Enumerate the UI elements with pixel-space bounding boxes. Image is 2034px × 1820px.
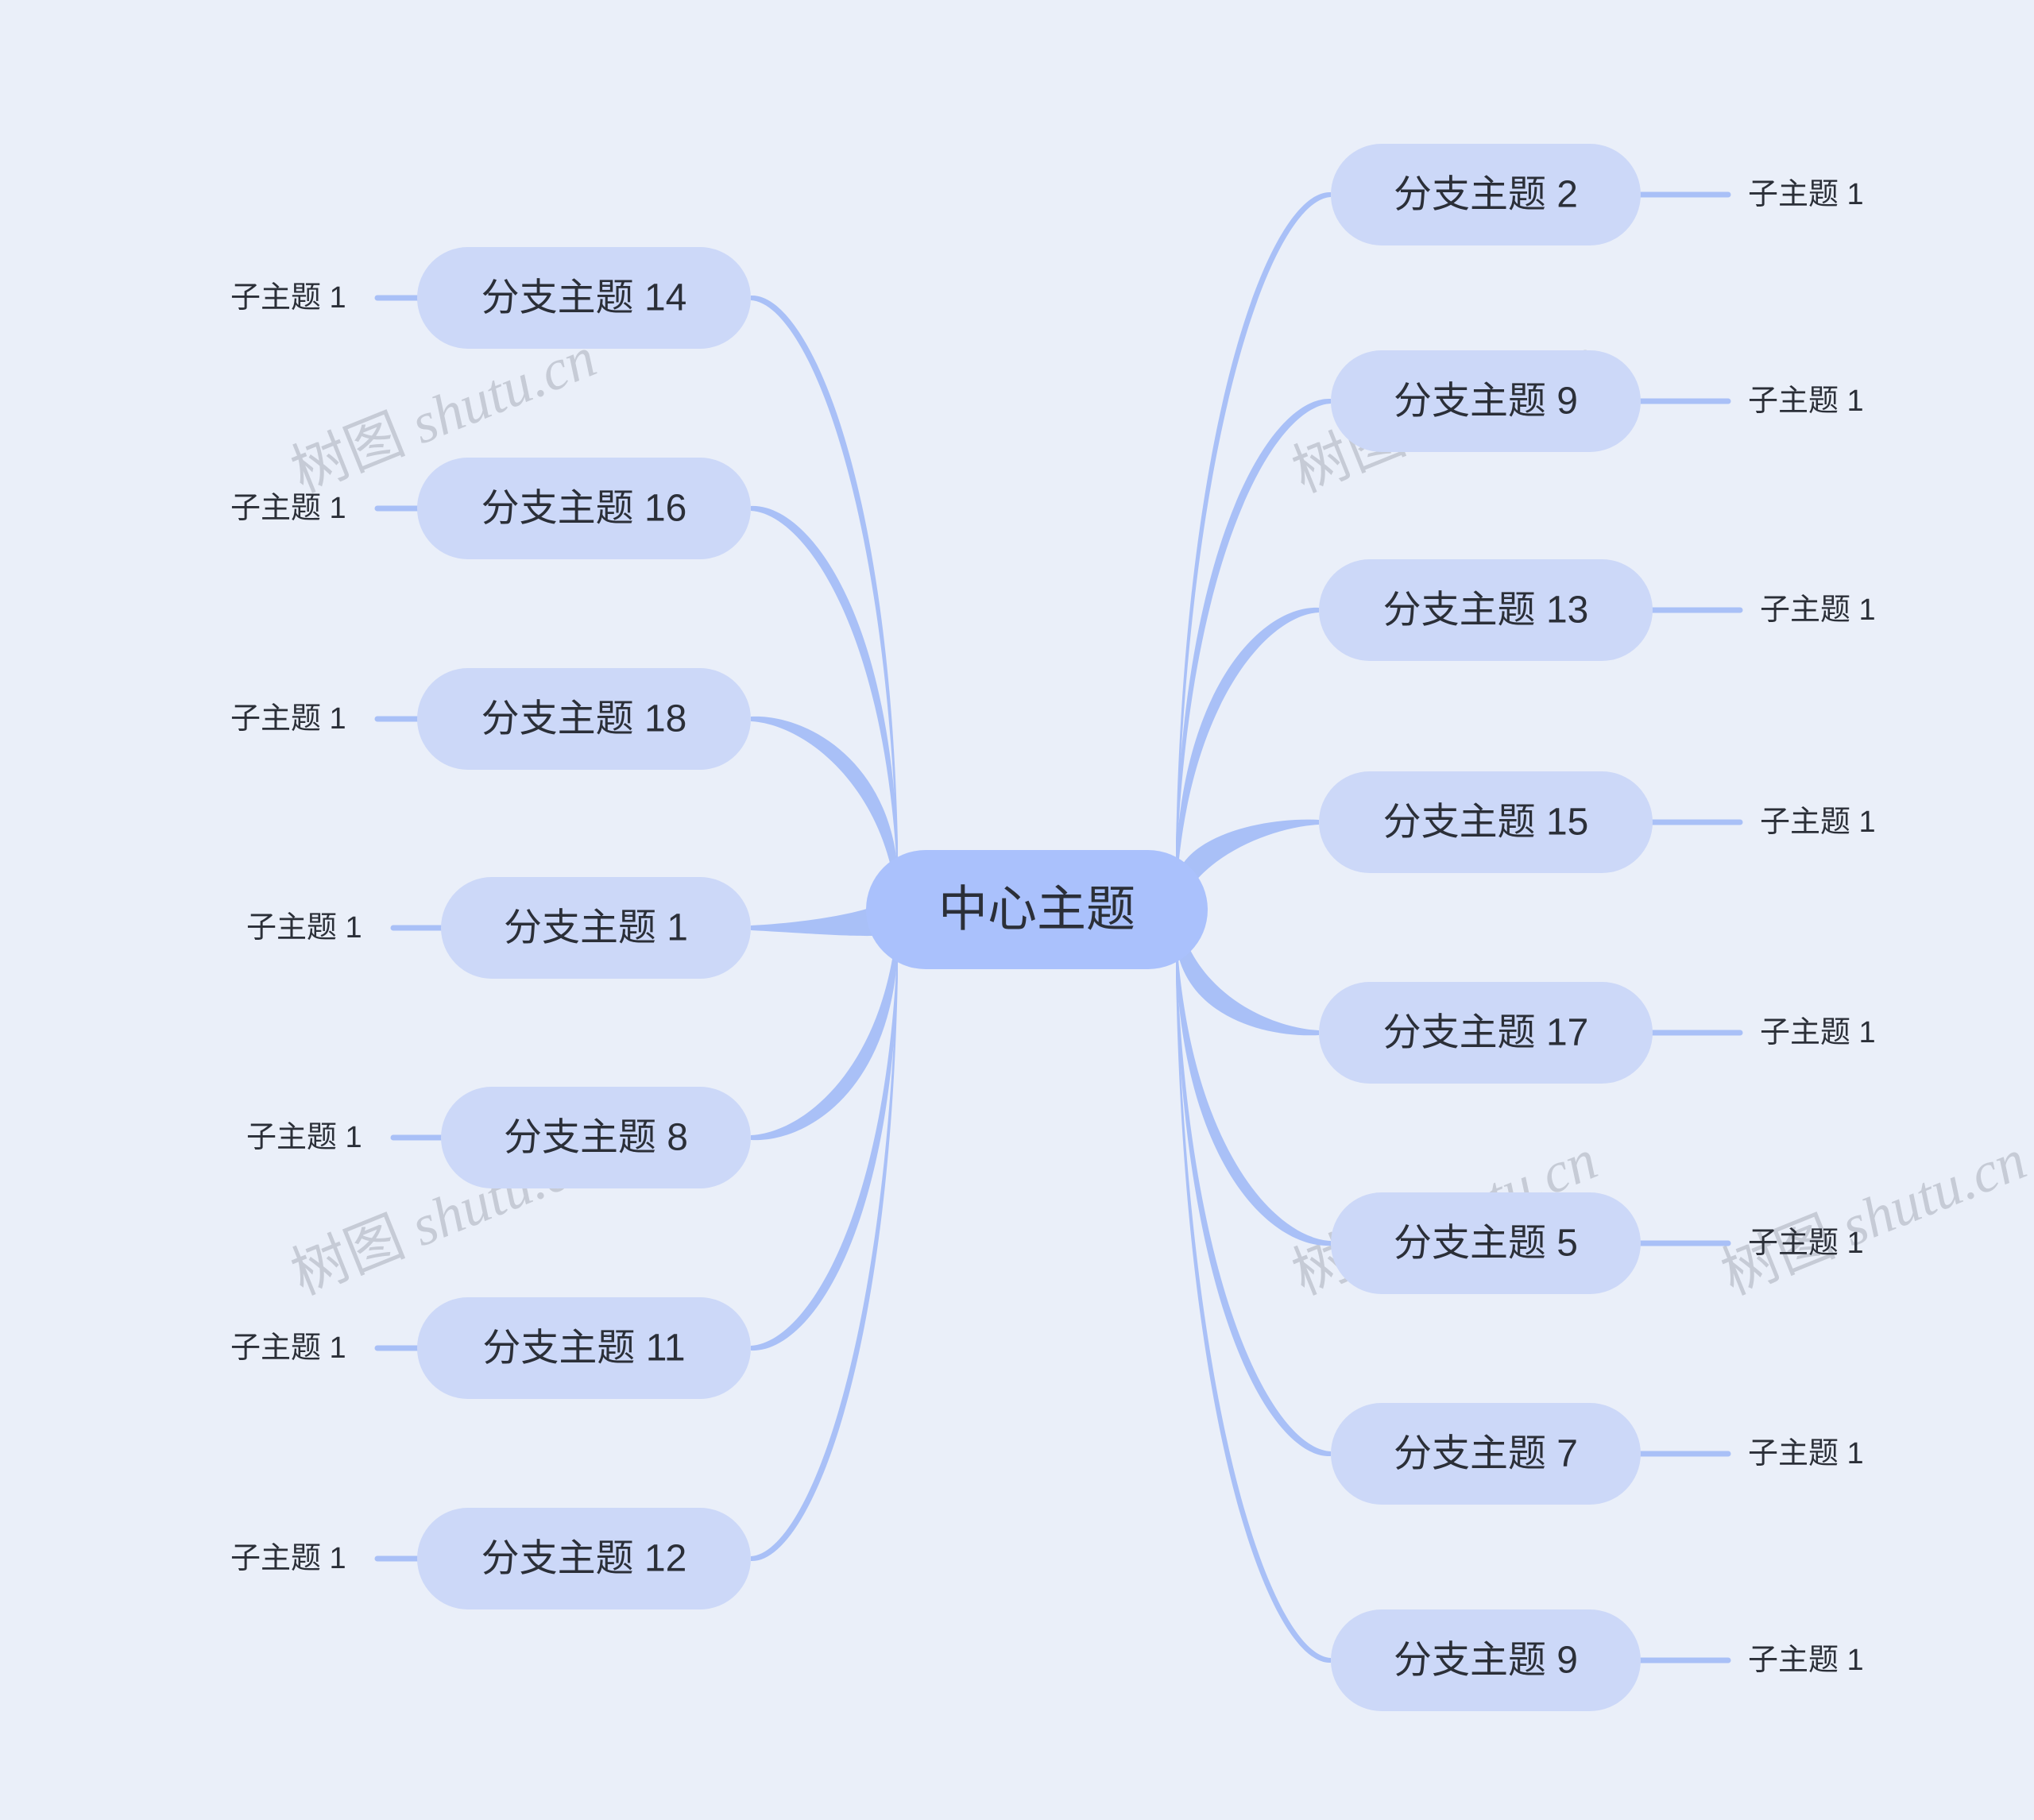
root-node[interactable]: 中心主题 (866, 850, 1208, 969)
branch-node[interactable]: 分支主题 11 (417, 1297, 751, 1399)
branch-node-label: 分支主题 9 (1394, 381, 1578, 423)
branch-node[interactable]: 分支主题 5 (1331, 1192, 1641, 1294)
branch-node-label: 分支主题 5 (1394, 1223, 1578, 1265)
branch-node[interactable]: 分支主题 2 (1331, 144, 1641, 245)
branch-node[interactable]: 分支主题 9 (1331, 350, 1641, 452)
branch-node[interactable]: 分支主题 7 (1331, 1403, 1641, 1505)
branch-node-label: 分支主题 16 (481, 488, 687, 530)
branch-node[interactable]: 分支主题 8 (441, 1087, 751, 1188)
leaf-node-label[interactable]: 子主题 1 (1748, 1644, 1864, 1677)
branch-node-label: 分支主题 18 (481, 698, 687, 740)
branch-node-label: 分支主题 8 (504, 1117, 688, 1159)
leaf-node-label[interactable]: 子主题 1 (1760, 806, 1876, 839)
leaf-node-label[interactable]: 子主题 1 (1760, 1016, 1876, 1049)
branch-node[interactable]: 分支主题 1 (441, 877, 751, 979)
leaf-node-label[interactable]: 子主题 1 (1748, 1437, 1864, 1470)
branch-node-label: 分支主题 9 (1394, 1640, 1578, 1682)
branch-node[interactable]: 分支主题 12 (417, 1508, 751, 1609)
mindmap-svg: 树图 shutu.cn树图 shutu.cn树图 shutu.cn树图 shut… (0, 0, 2034, 1820)
branch-node[interactable]: 分支主题 15 (1319, 771, 1653, 873)
mindmap-canvas: 树图 shutu.cn树图 shutu.cn树图 shutu.cn树图 shut… (0, 0, 2034, 1820)
leaf-node-label[interactable]: 子主题 1 (1748, 178, 1864, 211)
leaf-node-label[interactable]: 子主题 1 (230, 281, 346, 315)
branch-node-label: 分支主题 11 (482, 1327, 685, 1370)
leaf-node-label[interactable]: 子主题 1 (246, 911, 362, 945)
leaf-node-label[interactable]: 子主题 1 (1748, 384, 1864, 418)
branch-node[interactable]: 分支主题 14 (417, 247, 751, 349)
branch-node[interactable]: 分支主题 9 (1331, 1609, 1641, 1711)
leaf-node-label[interactable]: 子主题 1 (230, 1542, 346, 1575)
branch-node-label: 分支主题 1 (504, 907, 688, 949)
leaf-node-label[interactable]: 子主题 1 (1760, 593, 1876, 627)
leaf-node-label[interactable]: 子主题 1 (230, 702, 346, 736)
branch-node-label: 分支主题 15 (1383, 802, 1589, 844)
branch-node[interactable]: 分支主题 13 (1319, 559, 1653, 661)
leaf-node-label[interactable]: 子主题 1 (246, 1121, 362, 1154)
leaf-node-label[interactable]: 子主题 1 (230, 492, 346, 525)
branch-node-label: 分支主题 13 (1383, 589, 1589, 632)
branch-node-label: 分支主题 14 (481, 277, 687, 319)
branch-node-label: 分支主题 2 (1394, 174, 1578, 216)
leaf-node-label[interactable]: 子主题 1 (230, 1331, 346, 1365)
branch-node[interactable]: 分支主题 18 (417, 668, 751, 770)
leaf-node-label[interactable]: 子主题 1 (1748, 1227, 1864, 1260)
branch-node-label: 分支主题 12 (481, 1538, 687, 1580)
root-node-label: 中心主题 (938, 883, 1135, 937)
branch-node-label: 分支主题 17 (1383, 1012, 1589, 1054)
branch-node-label: 分支主题 7 (1394, 1433, 1578, 1475)
branch-node[interactable]: 分支主题 17 (1319, 982, 1653, 1084)
branch-node[interactable]: 分支主题 16 (417, 458, 751, 559)
